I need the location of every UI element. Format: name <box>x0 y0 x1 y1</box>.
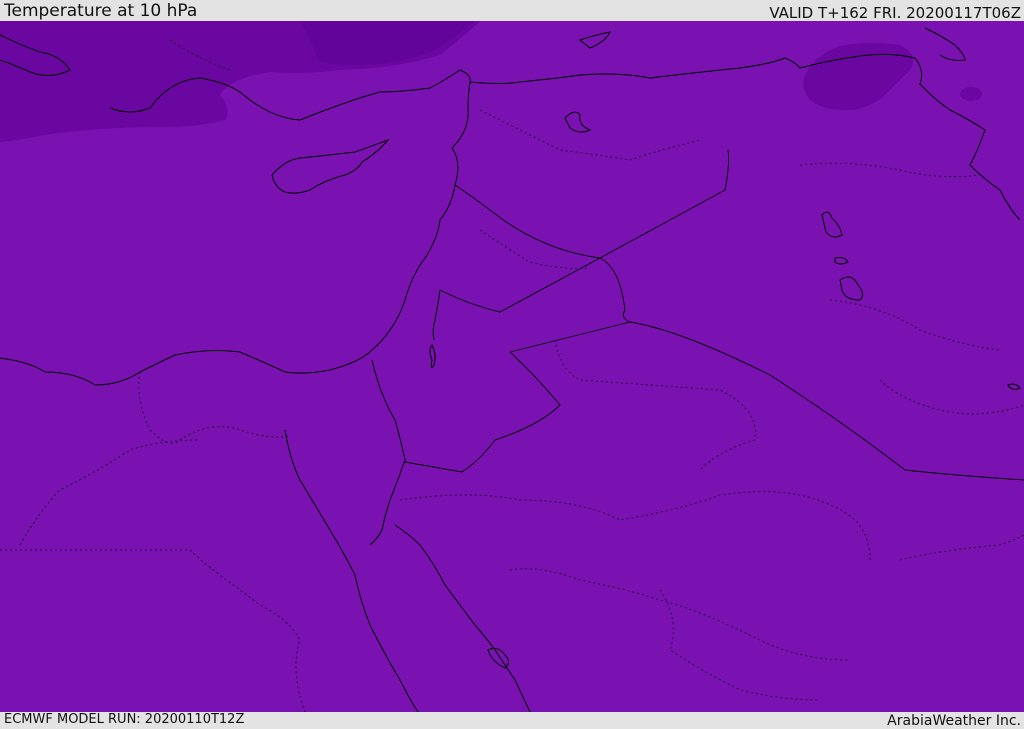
weather-map[interactable] <box>0 21 1024 712</box>
model-run-label: ECMWF MODEL RUN: 20200110T12Z <box>4 712 245 727</box>
brand-label: ArabiaWeather Inc. <box>887 713 1021 729</box>
footer-bar: ECMWF MODEL RUN: 20200110T12Z ArabiaWeat… <box>0 712 1024 729</box>
map-title: Temperature at 10 hPa <box>4 1 198 21</box>
cold-zone-small <box>960 87 982 101</box>
header-bar: Temperature at 10 hPa VALID T+162 FRI. 2… <box>0 0 1024 21</box>
valid-time-label: VALID T+162 FRI. 20200117T06Z <box>769 4 1021 22</box>
map-canvas <box>0 21 1024 712</box>
